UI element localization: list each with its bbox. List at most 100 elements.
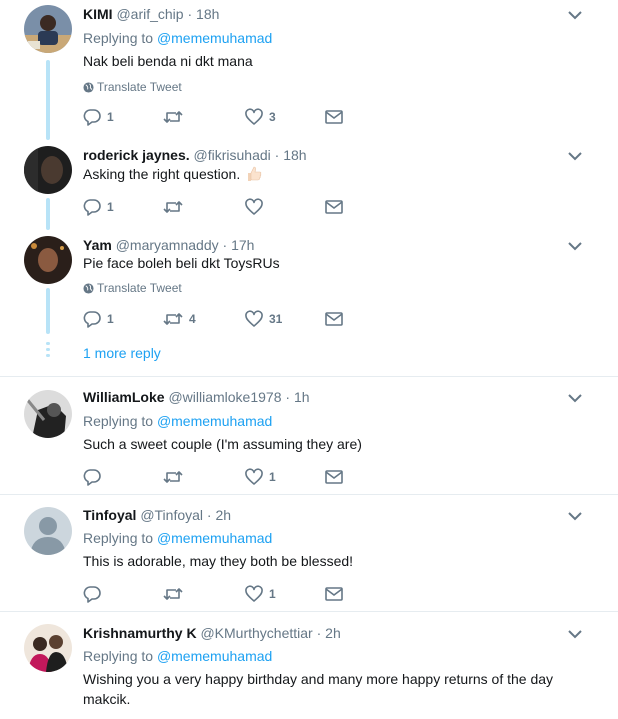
reply-icon (83, 469, 101, 486)
translate-label: Translate Tweet (97, 80, 182, 94)
avatar[interactable] (24, 236, 72, 284)
tweet-text: Such a sweet couple (I'm assuming they a… (83, 436, 362, 452)
retweet-button[interactable] (163, 583, 183, 603)
mention-link[interactable]: @mememuhamad (157, 530, 272, 546)
mention-link[interactable]: @mememuhamad (157, 648, 272, 664)
like-icon (245, 108, 263, 125)
chevron-down-icon[interactable] (568, 629, 582, 639)
chevron-down-icon[interactable] (568, 10, 582, 20)
like-button[interactable] (245, 196, 263, 216)
reply-button[interactable] (83, 466, 101, 486)
reply-icon (83, 586, 101, 603)
direct-message-button[interactable] (325, 196, 343, 216)
retweet-button[interactable] (163, 196, 183, 216)
translate-tweet-link[interactable]: Translate Tweet (83, 79, 182, 95)
timestamp[interactable]: 1h (294, 389, 310, 405)
tweet-header: KIMI @arif_chip · 18h (83, 5, 219, 23)
avatar[interactable] (24, 507, 72, 555)
username[interactable]: @williamloke1978 (168, 389, 281, 405)
replying-to: Replying to @mememuhamad (83, 412, 272, 430)
reply-button[interactable] (83, 583, 101, 603)
thumbs-up-emoji (248, 166, 262, 181)
username[interactable]: @maryamnaddy (116, 237, 219, 253)
separator: · (222, 237, 228, 253)
display-name[interactable]: KIMI (83, 6, 113, 22)
tweet-text: Nak beli benda ni dkt mana (83, 53, 253, 69)
avatar[interactable] (24, 5, 72, 53)
tweet-text-line: Wishing you a very happy birthday and ma… (83, 671, 554, 687)
like-button[interactable]: 31 (245, 308, 282, 328)
avatar[interactable] (24, 390, 72, 438)
separator: · (285, 389, 291, 405)
retweet-button[interactable] (163, 466, 183, 486)
chevron-down-icon[interactable] (568, 151, 582, 161)
display-name[interactable]: Tinfoyal (83, 507, 136, 523)
translate-tweet-link[interactable]: Translate Tweet (83, 280, 182, 296)
tweet-text: Wishing you a very happy birthday and ma… (83, 669, 603, 709)
reply-button[interactable]: 1 (83, 308, 114, 328)
tweet-header: Krishnamurthy K @KMurthychettiar · 2h (83, 624, 341, 642)
tweet[interactable]: KIMI @arif_chip · 18h Replying to @memem… (0, 0, 618, 140)
direct-message-button[interactable] (325, 583, 343, 603)
timestamp[interactable]: 18h (283, 147, 306, 163)
tweet[interactable]: WilliamLoke @williamloke1978 · 1h Replyi… (0, 377, 618, 494)
direct-message-button[interactable] (325, 106, 343, 126)
reply-button[interactable]: 1 (83, 106, 114, 126)
display-name[interactable]: WilliamLoke (83, 389, 165, 405)
tweet[interactable]: Tinfoyal @Tinfoyal · 2h Replying to @mem… (0, 495, 618, 611)
chevron-down-icon[interactable] (568, 511, 582, 521)
retweet-button[interactable]: 4 (163, 308, 196, 328)
display-name[interactable]: Krishnamurthy K (83, 625, 197, 641)
separator: · (206, 507, 212, 523)
more-replies-link[interactable]: 1 more reply (83, 344, 161, 362)
username[interactable]: @arif_chip (116, 6, 183, 22)
direct-message-button[interactable] (325, 308, 343, 328)
reply-icon (83, 109, 101, 126)
tweet-text-line: makcik. (83, 691, 131, 707)
reply-icon (83, 199, 101, 216)
direct-message-button[interactable] (325, 466, 343, 486)
tweet[interactable]: roderick jaynes. @fikrisuhadi · 18h Aski… (0, 140, 618, 230)
retweet-icon (163, 588, 183, 600)
globe-icon (83, 283, 94, 294)
chevron-down-icon[interactable] (568, 241, 582, 251)
like-button[interactable]: 3 (245, 106, 276, 126)
avatar[interactable] (24, 624, 72, 672)
display-name[interactable]: roderick jaynes. (83, 147, 190, 163)
replying-label: Replying to (83, 530, 154, 546)
avatar[interactable] (24, 146, 72, 194)
retweet-count: 4 (189, 312, 196, 326)
username[interactable]: @KMurthychettiar (200, 625, 312, 641)
tweet-header: roderick jaynes. @fikrisuhadi · 18h (83, 146, 307, 164)
timestamp[interactable]: 2h (215, 507, 231, 523)
message-icon (325, 200, 343, 214)
replies-timeline: KIMI @arif_chip · 18h Replying to @memem… (0, 0, 618, 719)
message-icon (325, 110, 343, 124)
chevron-down-icon[interactable] (568, 393, 582, 403)
retweet-icon (163, 111, 183, 123)
mention-link[interactable]: @mememuhamad (157, 413, 272, 429)
username[interactable]: @fikrisuhadi (194, 147, 271, 163)
tweet-header: WilliamLoke @williamloke1978 · 1h (83, 388, 310, 406)
tweet[interactable]: Yam @maryamnaddy · 17h Pie face boleh be… (0, 230, 618, 376)
timestamp[interactable]: 17h (231, 237, 254, 253)
message-icon (325, 470, 343, 484)
retweet-button[interactable] (163, 106, 189, 126)
display-name[interactable]: Yam (83, 237, 112, 253)
like-count: 1 (269, 470, 276, 484)
tweet[interactable]: Krishnamurthy K @KMurthychettiar · 2h Re… (0, 612, 618, 719)
like-button[interactable]: 1 (245, 466, 276, 486)
like-icon (245, 585, 263, 602)
replying-label: Replying to (83, 30, 154, 46)
message-icon (325, 312, 343, 326)
mention-link[interactable]: @mememuhamad (157, 30, 272, 46)
timestamp[interactable]: 2h (325, 625, 341, 641)
tweet-text: Asking the right question. (83, 164, 583, 184)
reply-button[interactable]: 1 (83, 196, 114, 216)
like-button[interactable]: 1 (245, 583, 276, 603)
retweet-icon (163, 201, 183, 213)
username[interactable]: @Tinfoyal (140, 507, 203, 523)
timestamp[interactable]: 18h (196, 6, 219, 22)
tweet-text: Pie face boleh beli dkt ToysRUs (83, 255, 280, 271)
replying-label: Replying to (83, 413, 154, 429)
